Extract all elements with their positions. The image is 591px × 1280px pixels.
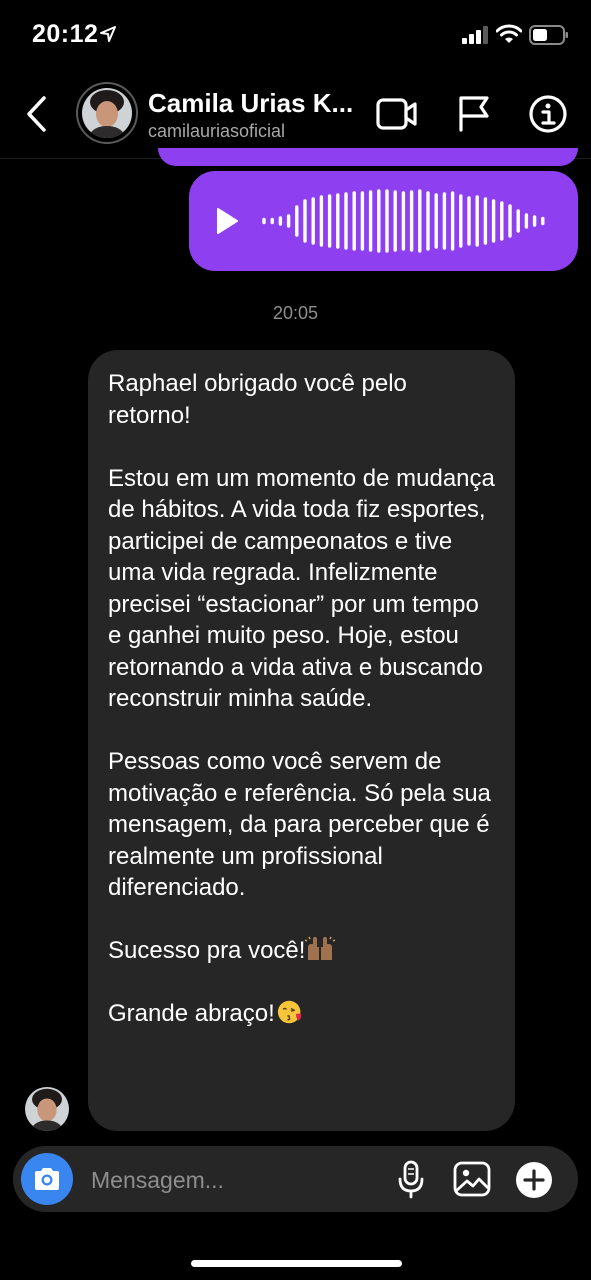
gallery-icon[interactable] (453, 1161, 491, 1197)
message-paragraph: Sucesso pra você! (108, 937, 306, 964)
back-arrow-icon[interactable] (24, 94, 50, 134)
audio-waveform[interactable] (261, 189, 561, 253)
previous-sent-message[interactable] (158, 148, 578, 166)
flag-icon[interactable] (457, 94, 491, 132)
microphone-icon[interactable] (397, 1160, 425, 1200)
home-indicator[interactable] (191, 1260, 402, 1267)
play-icon[interactable] (215, 207, 239, 235)
sent-voice-message[interactable] (189, 171, 578, 271)
camera-button[interactable] (21, 1153, 73, 1205)
info-icon[interactable] (528, 94, 568, 134)
message-paragraph: Grande abraço! (108, 1000, 275, 1027)
status-bar: 20:12 (0, 0, 591, 70)
contact-name[interactable]: Camila Urias K... (148, 88, 358, 119)
battery-icon (529, 25, 568, 45)
message-timestamp: 20:05 (272, 303, 319, 323)
message-paragraph-with-emoji: Sucesso pra você! (108, 935, 495, 967)
chat-header: Camila Urias K... camilauriasoficial (0, 70, 591, 159)
add-icon[interactable] (515, 1161, 553, 1199)
status-time: 20:12 (32, 20, 99, 48)
message-paragraph-with-emoji: Grande abraço! (108, 998, 495, 1030)
wifi-icon (496, 24, 522, 43)
contact-avatar-image (82, 88, 132, 138)
contact-avatar[interactable] (76, 82, 138, 144)
received-message-bubble[interactable]: Raphael obrigado você pelo retorno! Esto… (88, 350, 515, 1131)
message-paragraph: Pessoas como você servem de motivação e … (108, 748, 491, 901)
location-arrow-icon (100, 26, 116, 42)
cellular-signal-icon (462, 26, 488, 44)
contact-handle: camilauriasoficial (148, 121, 286, 141)
kissing-face-emoji (277, 1000, 302, 1024)
message-composer (13, 1146, 578, 1214)
message-paragraph: Raphael obrigado você pelo retorno! (108, 370, 407, 429)
raising-hands-emoji (305, 936, 336, 960)
message-input[interactable] (89, 1146, 373, 1214)
sender-avatar[interactable] (25, 1087, 69, 1131)
message-paragraph: Estou em um momento de mudança de hábito… (108, 464, 495, 713)
camera-icon (35, 1168, 59, 1190)
video-call-icon[interactable] (376, 96, 418, 132)
